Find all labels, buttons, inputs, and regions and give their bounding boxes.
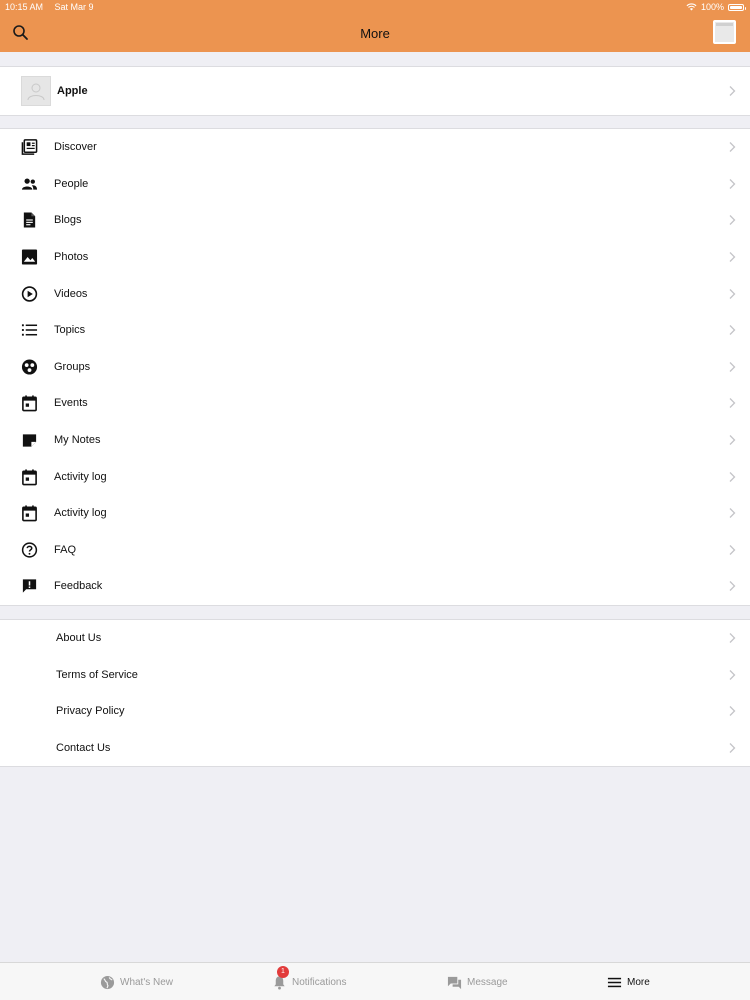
notification-badge: 1 bbox=[277, 965, 289, 978]
photo-icon bbox=[21, 249, 38, 265]
tab-label: What's New bbox=[120, 976, 174, 988]
battery-percent: 100% bbox=[700, 2, 724, 12]
document-icon bbox=[23, 212, 36, 229]
calendar-icon bbox=[22, 505, 37, 522]
menu-item-feedback[interactable]: Feedback bbox=[0, 568, 750, 605]
profile-thumbnail-button[interactable] bbox=[713, 20, 736, 44]
newspaper-icon bbox=[21, 139, 38, 156]
status-left: 10:15 AM Sat Mar 9 bbox=[5, 2, 94, 12]
menu-item-label: FAQ bbox=[54, 543, 77, 556]
page-title: More bbox=[360, 26, 390, 41]
chevron-right-icon bbox=[729, 142, 736, 153]
wifi-icon bbox=[686, 3, 697, 11]
tab-label: Notifications bbox=[292, 976, 347, 988]
profile-section: Apple bbox=[0, 66, 750, 116]
menu-item-blogs[interactable]: Blogs bbox=[0, 202, 750, 239]
menu-item-label: People bbox=[54, 177, 89, 190]
avatar bbox=[21, 76, 51, 106]
menu-item-groups[interactable]: Groups bbox=[0, 349, 750, 386]
chevron-right-icon bbox=[729, 508, 736, 519]
globe-icon bbox=[100, 975, 115, 989]
chat-icon bbox=[447, 976, 462, 989]
link-terms-of-service[interactable]: Terms of Service bbox=[0, 657, 750, 694]
menu-item-my-notes[interactable]: My Notes bbox=[0, 422, 750, 459]
status-right: 100% bbox=[686, 2, 746, 12]
chevron-right-icon bbox=[729, 435, 736, 446]
list-icon bbox=[21, 324, 38, 336]
note-icon bbox=[22, 434, 37, 447]
menu-item-label: Events bbox=[54, 397, 88, 410]
tab-notifications[interactable]: 1 Notifications bbox=[272, 963, 346, 1000]
groups-icon bbox=[21, 359, 38, 375]
question-circle-icon bbox=[21, 542, 38, 558]
status-time: 10:15 AM bbox=[5, 2, 44, 12]
menu-item-label: Discover bbox=[54, 141, 97, 154]
chevron-right-icon bbox=[729, 215, 736, 226]
menu-item-label: Feedback bbox=[54, 580, 103, 593]
menu-item-photos[interactable]: Photos bbox=[0, 239, 750, 276]
battery-icon bbox=[728, 3, 746, 11]
footer-links-section: About Us Terms of Service Privacy Policy… bbox=[0, 619, 750, 768]
chevron-right-icon bbox=[729, 86, 736, 96]
menu-icon bbox=[607, 977, 622, 987]
tab-label: Message bbox=[467, 976, 508, 988]
tab-message[interactable]: Message bbox=[447, 963, 508, 1000]
chevron-right-icon bbox=[729, 288, 736, 299]
header-bar: 10:15 AM Sat Mar 9 100% More bbox=[0, 0, 750, 52]
play-circle-icon bbox=[21, 285, 38, 302]
menu-item-label: My Notes bbox=[54, 434, 101, 447]
chevron-right-icon bbox=[729, 361, 736, 372]
calendar-icon bbox=[22, 395, 37, 412]
link-about-us[interactable]: About Us bbox=[0, 620, 750, 657]
chevron-right-icon bbox=[729, 706, 736, 717]
bell-icon-wrapper: 1 bbox=[272, 965, 289, 990]
menu-item-label: Videos bbox=[54, 287, 88, 300]
link-label: Privacy Policy bbox=[56, 705, 125, 718]
profile-row[interactable]: Apple bbox=[0, 67, 750, 115]
person-placeholder-icon bbox=[27, 83, 45, 101]
menu-item-topics[interactable]: Topics bbox=[0, 312, 750, 349]
status-bar: 10:15 AM Sat Mar 9 100% bbox=[0, 0, 750, 15]
menu-item-label: Topics bbox=[54, 324, 86, 337]
chevron-right-icon bbox=[729, 743, 736, 754]
chevron-right-icon bbox=[729, 325, 736, 336]
chevron-right-icon bbox=[729, 178, 736, 189]
chevron-right-icon bbox=[729, 581, 736, 592]
menu-item-label: Blogs bbox=[54, 214, 82, 227]
chevron-right-icon bbox=[729, 398, 736, 409]
tab-whats-new[interactable]: What's New bbox=[100, 963, 173, 1000]
chevron-right-icon bbox=[729, 633, 736, 644]
chevron-right-icon bbox=[729, 471, 736, 482]
tab-label: More bbox=[627, 976, 650, 988]
tab-bar: What's New 1 Notifications Message More bbox=[0, 962, 750, 1000]
menu-item-videos[interactable]: Videos bbox=[0, 275, 750, 312]
feedback-icon bbox=[22, 579, 37, 594]
menu-item-faq[interactable]: FAQ bbox=[0, 532, 750, 569]
chevron-right-icon bbox=[729, 252, 736, 263]
link-label: Terms of Service bbox=[56, 668, 138, 681]
menu-item-discover[interactable]: Discover bbox=[0, 129, 750, 166]
profile-name: Apple bbox=[57, 85, 88, 97]
menu-item-activity-log[interactable]: Activity log bbox=[0, 458, 750, 495]
menu-item-label: Activity log bbox=[54, 470, 107, 483]
link-privacy-policy[interactable]: Privacy Policy bbox=[0, 693, 750, 730]
menu-item-people[interactable]: People bbox=[0, 166, 750, 203]
link-contact-us[interactable]: Contact Us bbox=[0, 730, 750, 767]
menu-item-activity-log-2[interactable]: Activity log bbox=[0, 495, 750, 532]
calendar-icon bbox=[22, 469, 37, 485]
tab-more[interactable]: More bbox=[607, 963, 650, 1000]
menu-item-label: Groups bbox=[54, 360, 91, 373]
chevron-right-icon bbox=[729, 669, 736, 680]
chevron-right-icon bbox=[729, 544, 736, 555]
link-label: About Us bbox=[56, 632, 102, 645]
people-icon bbox=[21, 178, 38, 190]
menu-section: Discover People Blogs Photos Videos Topi… bbox=[0, 128, 750, 606]
link-label: Contact Us bbox=[56, 742, 111, 755]
menu-item-label: Photos bbox=[54, 251, 89, 264]
menu-item-events[interactable]: Events bbox=[0, 385, 750, 422]
status-date: Sat Mar 9 bbox=[54, 2, 94, 12]
menu-item-label: Activity log bbox=[54, 507, 107, 520]
